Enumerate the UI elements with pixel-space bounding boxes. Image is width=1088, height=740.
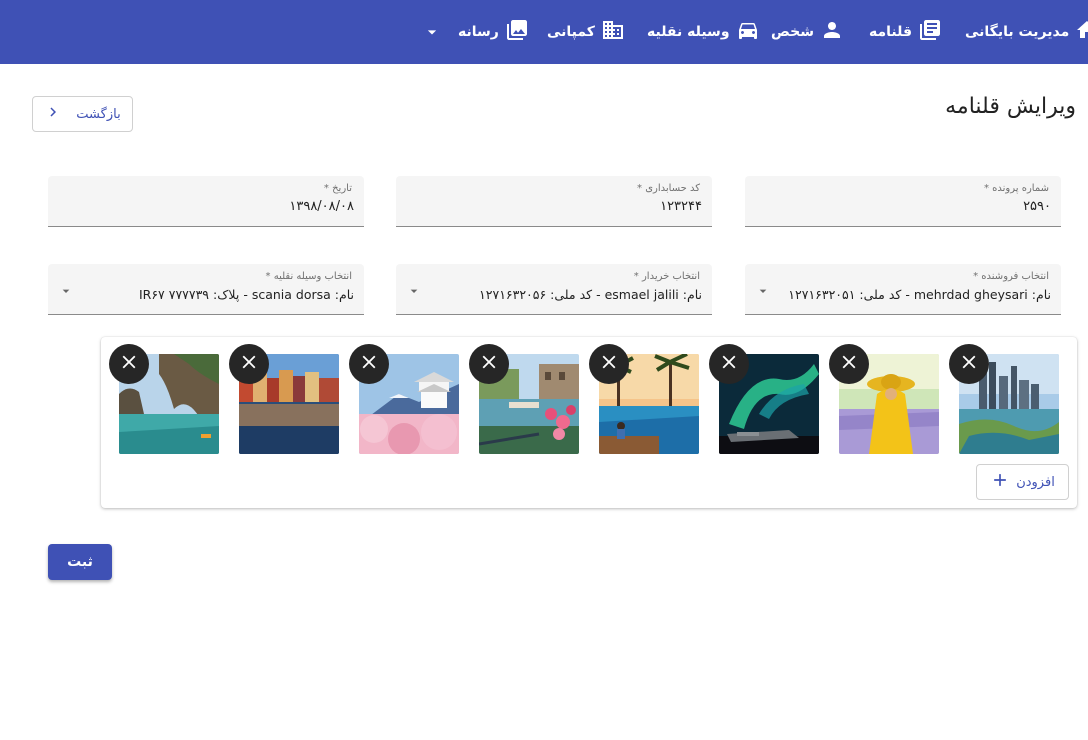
date-value: ۱۳۹۸/۰۸/۰۸ <box>289 199 354 214</box>
seller-label: انتخاب فروشنده * <box>973 271 1049 282</box>
close-icon <box>118 351 140 377</box>
car-icon <box>736 18 760 46</box>
buyer-label: انتخاب خریدار * <box>633 271 700 282</box>
remove-image-button[interactable] <box>349 344 389 384</box>
nav-archive-label: مدیریت بایگانی <box>965 24 1070 40</box>
plus-icon <box>990 470 1010 494</box>
nav-company-label: کمپانی <box>547 24 595 40</box>
close-icon <box>838 351 860 377</box>
vehicle-label: انتخاب وسیله نقلیه * <box>265 271 352 282</box>
close-icon <box>718 351 740 377</box>
nav-vehicle-label: وسیله نقلیه <box>647 24 730 40</box>
remove-image-button[interactable] <box>229 344 269 384</box>
close-icon <box>478 351 500 377</box>
remove-image-button[interactable] <box>469 344 509 384</box>
close-icon <box>358 351 380 377</box>
nav-media[interactable]: رسانه <box>458 0 529 64</box>
nav-vehicle[interactable]: وسیله نقلیه <box>647 0 760 64</box>
vehicle-value: نام: scania dorsa - پلاک: IR۶۷ ۷۷۷۷۳۹ <box>138 287 354 302</box>
dropdown-arrow-icon <box>406 283 422 299</box>
vehicle-select[interactable]: انتخاب وسیله نقلیه * نام: scania dorsa -… <box>48 264 364 315</box>
seller-select[interactable]: انتخاب فروشنده * نام: mehrdad gheysari -… <box>745 264 1061 315</box>
add-image-label: افزودن <box>1016 474 1055 490</box>
close-icon <box>238 351 260 377</box>
remove-image-button[interactable] <box>829 344 869 384</box>
nav-company[interactable]: کمپانی <box>547 0 625 64</box>
remove-image-button[interactable] <box>949 344 989 384</box>
back-button[interactable]: بازگشت <box>32 96 133 132</box>
accounting-code-label: کد حسابداری * <box>637 183 700 194</box>
image-gallery: افزودن <box>101 337 1077 508</box>
person-icon <box>820 18 844 46</box>
remove-image-button[interactable] <box>589 344 629 384</box>
nav-person[interactable]: شخص <box>771 0 844 64</box>
accounting-code-field[interactable]: کد حسابداری * ۱۲۳۲۴۴ <box>396 176 712 227</box>
nav-archive-management[interactable]: مدیریت بایگانی <box>965 0 1088 64</box>
remove-image-button[interactable] <box>109 344 149 384</box>
date-label: تاریخ * <box>323 183 352 194</box>
case-number-value: ۲۵۹۰ <box>1023 199 1051 214</box>
caret-down-icon <box>422 27 442 46</box>
buyer-value: نام: esmael jalili - کد ملی: ۱۲۷۱۶۳۲۰۵۶ <box>479 287 702 302</box>
nav-pen[interactable]: قلنامه <box>869 0 942 64</box>
dropdown-arrow-icon <box>58 283 74 299</box>
nav-more-dropdown[interactable] <box>422 22 442 42</box>
buyer-select[interactable]: انتخاب خریدار * نام: esmael jalili - کد … <box>396 264 712 315</box>
top-navbar: مدیریت بایگانی قلنامه شخص وسیله نقلیه کم… <box>0 0 1088 64</box>
case-number-label: شماره پرونده * <box>983 183 1049 194</box>
nav-media-label: رسانه <box>458 24 499 40</box>
remove-image-button[interactable] <box>709 344 749 384</box>
nav-pen-label: قلنامه <box>869 24 913 40</box>
building-icon <box>601 18 625 46</box>
seller-value: نام: mehrdad gheysari - کد ملی: ۱۲۷۱۶۳۲۰… <box>788 287 1051 302</box>
back-button-label: بازگشت <box>76 106 121 122</box>
close-icon <box>958 351 980 377</box>
date-field[interactable]: تاریخ * ۱۳۹۸/۰۸/۰۸ <box>48 176 364 227</box>
dropdown-arrow-icon <box>755 283 771 299</box>
chevron-right-icon <box>44 103 62 125</box>
photo-library-icon <box>505 18 529 46</box>
submit-button[interactable]: ثبت <box>48 544 112 580</box>
home-icon <box>1075 18 1088 46</box>
nav-person-label: شخص <box>771 24 814 40</box>
add-image-button[interactable]: افزودن <box>976 464 1069 500</box>
page-title: ویرایش قلنامه <box>945 94 1076 119</box>
accounting-code-value: ۱۲۳۲۴۴ <box>660 199 702 214</box>
library-books-icon <box>918 18 942 46</box>
close-icon <box>598 351 620 377</box>
case-number-field[interactable]: شماره پرونده * ۲۵۹۰ <box>745 176 1061 227</box>
